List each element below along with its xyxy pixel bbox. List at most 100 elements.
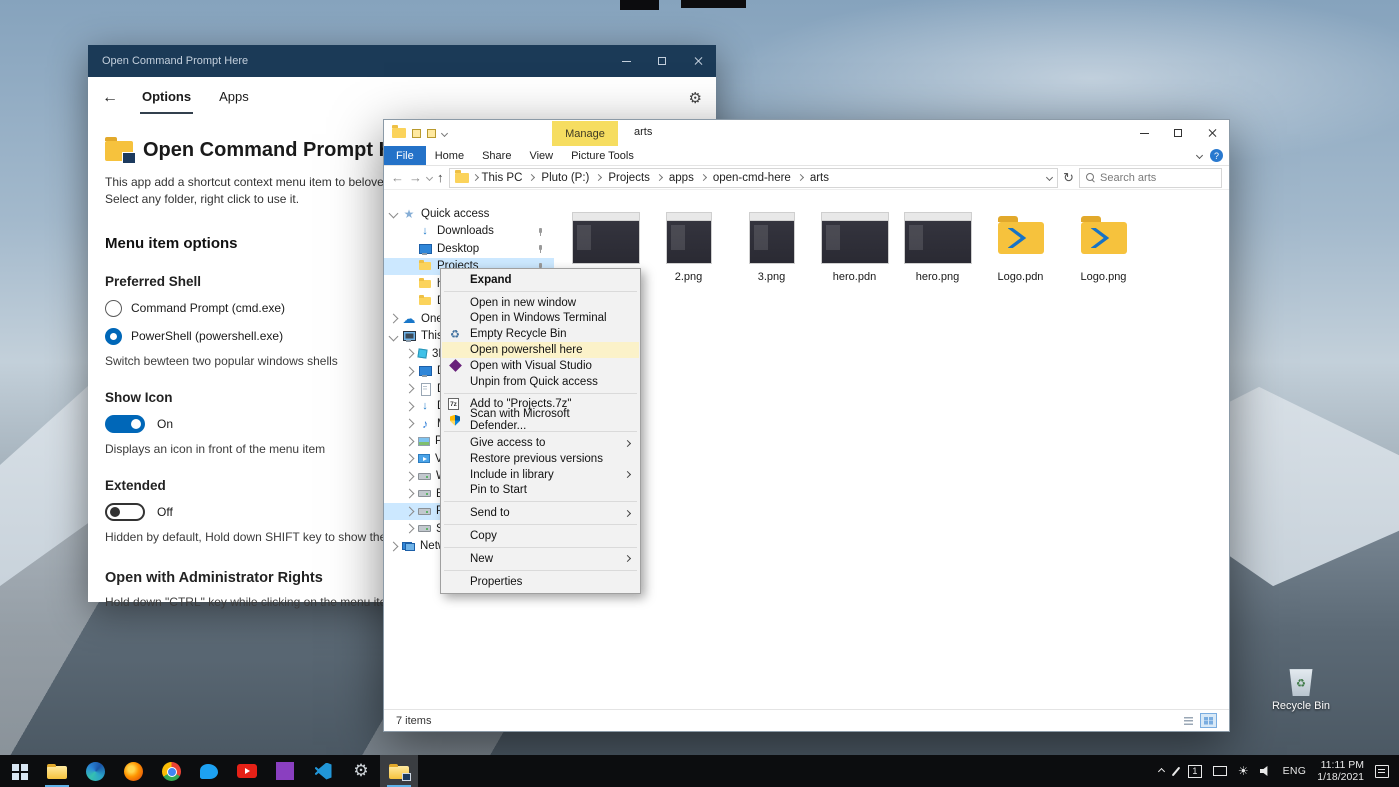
taskbar-firefox-button[interactable] bbox=[114, 755, 152, 787]
search-input[interactable] bbox=[1100, 171, 1215, 184]
back-icon[interactable]: ← bbox=[391, 170, 404, 185]
volume-icon[interactable] bbox=[1259, 766, 1268, 776]
taskbar-settings-button[interactable]: ⚙ bbox=[342, 755, 380, 787]
maximize-button[interactable] bbox=[1161, 120, 1195, 146]
breadcrumb-segment-apps[interactable]: apps bbox=[669, 172, 694, 184]
display-icon[interactable] bbox=[1212, 766, 1227, 776]
breadcrumb-segment-projects[interactable]: Projects bbox=[608, 172, 650, 184]
address-bar[interactable]: This PC Pluto (P:) Projects apps open-cmd-he… bbox=[448, 167, 1059, 188]
taskbar-file-explorer-button[interactable] bbox=[38, 755, 76, 787]
tab-options[interactable]: Options bbox=[140, 83, 194, 114]
expander-chevron-icon[interactable] bbox=[404, 383, 415, 394]
tab-apps[interactable]: Apps bbox=[217, 83, 251, 114]
context-menu-item-pin-to-start[interactable]: Pin to Start bbox=[442, 483, 639, 499]
file-item[interactable]: Logo.png bbox=[1062, 212, 1145, 284]
expander-chevron-icon[interactable] bbox=[404, 348, 415, 359]
explorer-titlebar[interactable]: Manage arts bbox=[384, 120, 1229, 146]
sidebar-item-quick-access[interactable]: ★ Quick access bbox=[384, 205, 554, 223]
expander-chevron-icon[interactable] bbox=[404, 418, 415, 429]
context-menu-item-give-access-to[interactable]: Give access to bbox=[442, 435, 639, 451]
close-button[interactable] bbox=[1195, 120, 1229, 146]
context-menu-item-expand[interactable]: Expand bbox=[442, 272, 639, 288]
brightness-icon[interactable]: ☀ bbox=[1238, 764, 1249, 778]
context-menu-item-restore-previous-versions[interactable]: Restore previous versions bbox=[442, 451, 639, 467]
show-icon-toggle[interactable] bbox=[105, 414, 145, 433]
file-item[interactable]: hero.png bbox=[896, 212, 979, 284]
taskbar-vscode-button[interactable] bbox=[304, 755, 342, 787]
sidebar-item-desktop[interactable]: Desktop bbox=[384, 240, 554, 258]
taskbar-start-button[interactable] bbox=[0, 755, 38, 787]
expander-chevron-icon[interactable] bbox=[404, 401, 415, 412]
context-menu-item-open-in-new-window[interactable]: Open in new window bbox=[442, 295, 639, 311]
sidebar-item-downloads[interactable]: ↓ Downloads bbox=[384, 223, 554, 241]
file-item[interactable]: hero.pdn bbox=[813, 212, 896, 284]
expander-chevron-icon[interactable] bbox=[404, 436, 415, 447]
thumbnails-view-button[interactable] bbox=[1200, 713, 1217, 728]
expander-chevron-icon[interactable] bbox=[388, 313, 399, 324]
context-menu-item-empty-recycle-bin[interactable]: ♻ Empty Recycle Bin bbox=[442, 326, 639, 342]
context-menu-item-send-to[interactable]: Send to bbox=[442, 505, 639, 521]
extended-toggle[interactable] bbox=[105, 502, 145, 521]
context-menu-item-open-in-windows-terminal[interactable]: Open in Windows Terminal bbox=[442, 311, 639, 327]
taskbar-visual-studio-button[interactable] bbox=[266, 755, 304, 787]
file-item[interactable]: Logo.pdn bbox=[979, 212, 1062, 284]
pen-icon[interactable] bbox=[1171, 766, 1181, 776]
expand-ribbon-chevron-icon[interactable] bbox=[1195, 151, 1204, 160]
search-box[interactable] bbox=[1079, 167, 1222, 188]
input-indicator-badge[interactable]: 1 bbox=[1187, 764, 1202, 778]
recycle-bin-desktop-icon[interactable]: ♻ Recycle Bin bbox=[1268, 666, 1334, 712]
ribbon-tab-home[interactable]: Home bbox=[426, 146, 473, 165]
minimize-button[interactable] bbox=[1127, 120, 1161, 146]
context-menu-item-scan-with-microsoft-defender[interactable]: Scan with Microsoft Defender... bbox=[442, 408, 639, 432]
qat-properties-icon[interactable] bbox=[412, 128, 421, 138]
breadcrumb-segment-this-pc[interactable]: This PC bbox=[482, 172, 523, 184]
breadcrumb-segment-open-cmd-here[interactable]: open-cmd-here bbox=[713, 172, 791, 184]
action-center-icon[interactable] bbox=[1375, 764, 1389, 778]
context-menu-item-include-in-library[interactable]: Include in library bbox=[442, 467, 639, 483]
language-indicator[interactable]: ENG bbox=[1283, 765, 1307, 777]
forward-icon[interactable]: → bbox=[409, 170, 422, 185]
context-menu-item-open-with-visual-studio[interactable]: Open with Visual Studio bbox=[442, 358, 639, 374]
taskbar-twitter-button[interactable] bbox=[190, 755, 228, 787]
app-titlebar[interactable]: Open Command Prompt Here bbox=[88, 45, 716, 77]
breadcrumb-segment-pluto-p[interactable]: Pluto (P:) bbox=[541, 172, 589, 184]
taskbar-chrome-button[interactable] bbox=[152, 755, 190, 787]
context-menu-item-open-powershell-here[interactable]: Open powershell here bbox=[442, 342, 639, 358]
help-icon[interactable]: ? bbox=[1210, 149, 1223, 162]
expander-chevron-icon[interactable] bbox=[404, 488, 415, 499]
context-menu-item-new[interactable]: New bbox=[442, 551, 639, 567]
expander-chevron-icon[interactable] bbox=[404, 471, 415, 482]
expander-chevron-icon[interactable] bbox=[404, 506, 415, 517]
taskbar-edge-button[interactable] bbox=[76, 755, 114, 787]
file-item[interactable]: 2.png bbox=[647, 212, 730, 284]
maximize-button[interactable] bbox=[644, 45, 680, 77]
minimize-button[interactable] bbox=[608, 45, 644, 77]
ribbon-contextual-tab-manage[interactable]: Manage bbox=[552, 121, 618, 146]
expander-chevron-icon[interactable] bbox=[388, 331, 399, 342]
file-item[interactable]: 3.png bbox=[730, 212, 813, 284]
ribbon-tab-file[interactable]: File bbox=[384, 146, 426, 165]
radio-icon[interactable] bbox=[105, 327, 122, 345]
back-button[interactable]: ← bbox=[102, 89, 118, 107]
details-view-button[interactable] bbox=[1180, 713, 1197, 728]
qat-customize-chevron-icon[interactable] bbox=[440, 129, 449, 137]
qat-new-folder-icon[interactable] bbox=[427, 128, 436, 138]
recent-locations-chevron-icon[interactable] bbox=[425, 173, 434, 182]
taskbar-youtube-button[interactable] bbox=[228, 755, 266, 787]
context-menu-item-unpin-from-quick-access[interactable]: Unpin from Quick access bbox=[442, 374, 639, 390]
context-menu-item-properties[interactable]: Properties bbox=[442, 574, 639, 590]
refresh-icon[interactable]: ↻ bbox=[1063, 170, 1074, 186]
expander-chevron-icon[interactable] bbox=[388, 541, 399, 552]
ribbon-tab-view[interactable]: View bbox=[520, 146, 562, 165]
ribbon-tab-picture-tools[interactable]: Picture Tools bbox=[562, 146, 643, 165]
hidden-icons-chevron-icon[interactable] bbox=[1157, 767, 1165, 775]
expander-chevron-icon[interactable] bbox=[388, 208, 399, 219]
clock[interactable]: 11:11 PM 1/18/2021 bbox=[1317, 759, 1364, 784]
up-icon[interactable]: ↑ bbox=[437, 170, 444, 185]
expander-chevron-icon[interactable] bbox=[404, 366, 415, 377]
expander-chevron-icon[interactable] bbox=[404, 523, 415, 534]
radio-icon[interactable] bbox=[105, 299, 122, 317]
taskbar-open-cmd-app-button[interactable] bbox=[380, 755, 418, 787]
context-menu-item-copy[interactable]: Copy bbox=[442, 528, 639, 544]
gear-icon[interactable]: ⚙ bbox=[689, 89, 702, 107]
